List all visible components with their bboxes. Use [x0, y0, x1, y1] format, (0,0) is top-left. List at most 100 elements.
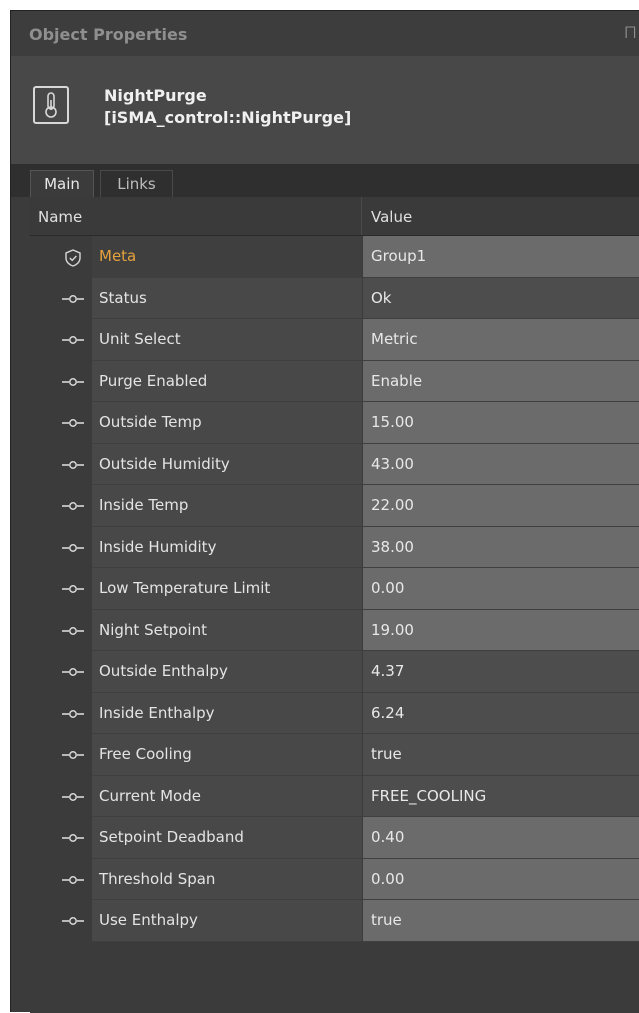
property-name: Free Cooling: [92, 734, 362, 776]
row-gutter: [30, 775, 92, 817]
property-name: Meta: [92, 236, 362, 278]
property-row-outside-enthalpy[interactable]: Outside Enthalpy 4.37: [30, 651, 639, 693]
property-row-threshold-span[interactable]: Threshold Span 0.00: [30, 858, 639, 900]
slot-icon: [60, 830, 86, 846]
property-value[interactable]: Metric: [362, 319, 639, 361]
row-gutter: [30, 236, 92, 278]
property-row-inside-enthalpy[interactable]: Inside Enthalpy 6.24: [30, 692, 639, 734]
column-header-name[interactable]: Name: [38, 208, 82, 226]
row-gutter: [30, 360, 92, 402]
column-header-value[interactable]: Value: [371, 208, 412, 226]
property-row-meta[interactable]: Meta Group1: [30, 236, 639, 278]
property-value[interactable]: 19.00: [362, 609, 639, 651]
property-value[interactable]: 22.00: [362, 485, 639, 527]
grid-empty-area: [30, 981, 639, 1013]
row-gutter: [30, 651, 92, 693]
property-row-inside-temp[interactable]: Inside Temp 22.00: [30, 485, 639, 527]
row-gutter: [30, 609, 92, 651]
slot-icon: [60, 581, 86, 597]
property-name: Low Temperature Limit: [92, 568, 362, 610]
property-value[interactable]: true: [362, 900, 639, 942]
property-row-inside-humidity[interactable]: Inside Humidity 38.00: [30, 526, 639, 568]
row-gutter: [30, 485, 92, 527]
object-type: [iSMA_control::NightPurge]: [104, 108, 352, 127]
slot-icon: [60, 332, 86, 348]
shield-icon: [60, 249, 86, 267]
column-separator[interactable]: [361, 197, 362, 235]
slot-icon: [60, 747, 86, 763]
property-row-current-mode[interactable]: Current Mode FREE_COOLING: [30, 775, 639, 817]
tab-strip: Main Links: [11, 164, 639, 197]
property-name: Inside Enthalpy: [92, 692, 362, 734]
row-gutter: [30, 402, 92, 444]
property-rows: Meta Group1 Status Ok Unit Select Metric…: [30, 236, 639, 942]
row-gutter: [30, 526, 92, 568]
property-row-night-setpoint[interactable]: Night Setpoint 19.00: [30, 609, 639, 651]
thermometer-icon: [33, 86, 69, 124]
object-name: NightPurge: [104, 86, 207, 105]
slot-icon: [60, 789, 86, 805]
property-value[interactable]: FREE_COOLING: [362, 775, 639, 817]
property-row-use-enthalpy[interactable]: Use Enthalpy true: [30, 900, 639, 942]
slot-icon: [60, 706, 86, 722]
property-value[interactable]: true: [362, 734, 639, 776]
property-name: Inside Temp: [92, 485, 362, 527]
row-gutter: [30, 817, 92, 859]
property-value[interactable]: Ok: [362, 277, 639, 319]
property-value[interactable]: 15.00: [362, 402, 639, 444]
row-gutter: [30, 443, 92, 485]
object-header: NightPurge [iSMA_control::NightPurge]: [11, 56, 639, 164]
row-gutter: [30, 734, 92, 776]
property-value[interactable]: Enable: [362, 360, 639, 402]
property-name: Setpoint Deadband: [92, 817, 362, 859]
property-name: Unit Select: [92, 319, 362, 361]
property-name: Threshold Span: [92, 858, 362, 900]
property-grid: Name Value Meta Group1 Status Ok Unit Se…: [30, 197, 639, 942]
row-gutter: [30, 900, 92, 942]
property-value[interactable]: Group1: [362, 236, 639, 278]
slot-icon: [60, 540, 86, 556]
slot-icon: [60, 457, 86, 473]
property-row-purge-enabled[interactable]: Purge Enabled Enable: [30, 360, 639, 402]
property-value[interactable]: 6.24: [362, 692, 639, 734]
pin-icon[interactable]: ⨅: [625, 25, 636, 41]
slot-icon: [60, 291, 86, 307]
panel-titlebar: Object Properties ⨅: [11, 11, 639, 56]
tab-links[interactable]: Links: [100, 170, 173, 197]
slot-icon: [60, 913, 86, 929]
property-value[interactable]: 0.00: [362, 858, 639, 900]
property-row-outside-temp[interactable]: Outside Temp 15.00: [30, 402, 639, 444]
property-name: Current Mode: [92, 775, 362, 817]
slot-icon: [60, 664, 86, 680]
property-row-low-temperature-limit[interactable]: Low Temperature Limit 0.00: [30, 568, 639, 610]
slot-icon: [60, 623, 86, 639]
slot-icon: [60, 415, 86, 431]
property-value[interactable]: 4.37: [362, 651, 639, 693]
property-value[interactable]: 38.00: [362, 526, 639, 568]
panel-title: Object Properties: [29, 25, 188, 44]
property-value[interactable]: 43.00: [362, 443, 639, 485]
property-value[interactable]: 0.40: [362, 817, 639, 859]
tab-main[interactable]: Main: [30, 170, 94, 197]
grid-header: Name Value: [30, 197, 639, 236]
property-name: Purge Enabled: [92, 360, 362, 402]
property-row-outside-humidity[interactable]: Outside Humidity 43.00: [30, 443, 639, 485]
property-row-status[interactable]: Status Ok: [30, 277, 639, 319]
row-gutter: [30, 568, 92, 610]
property-value[interactable]: 0.00: [362, 568, 639, 610]
object-properties-panel: Object Properties ⨅ NightPurge [iSMA_con…: [10, 10, 639, 1013]
slot-icon: [60, 498, 86, 514]
property-name: Inside Humidity: [92, 526, 362, 568]
property-row-free-cooling[interactable]: Free Cooling true: [30, 734, 639, 776]
property-row-setpoint-deadband[interactable]: Setpoint Deadband 0.40: [30, 817, 639, 859]
property-name: Status: [92, 277, 362, 319]
row-gutter: [30, 277, 92, 319]
property-row-unit-select[interactable]: Unit Select Metric: [30, 319, 639, 361]
property-name: Night Setpoint: [92, 609, 362, 651]
property-name: Outside Humidity: [92, 443, 362, 485]
row-gutter: [30, 692, 92, 734]
row-gutter: [30, 319, 92, 361]
slot-icon: [60, 872, 86, 888]
property-name: Use Enthalpy: [92, 900, 362, 942]
row-gutter: [30, 858, 92, 900]
